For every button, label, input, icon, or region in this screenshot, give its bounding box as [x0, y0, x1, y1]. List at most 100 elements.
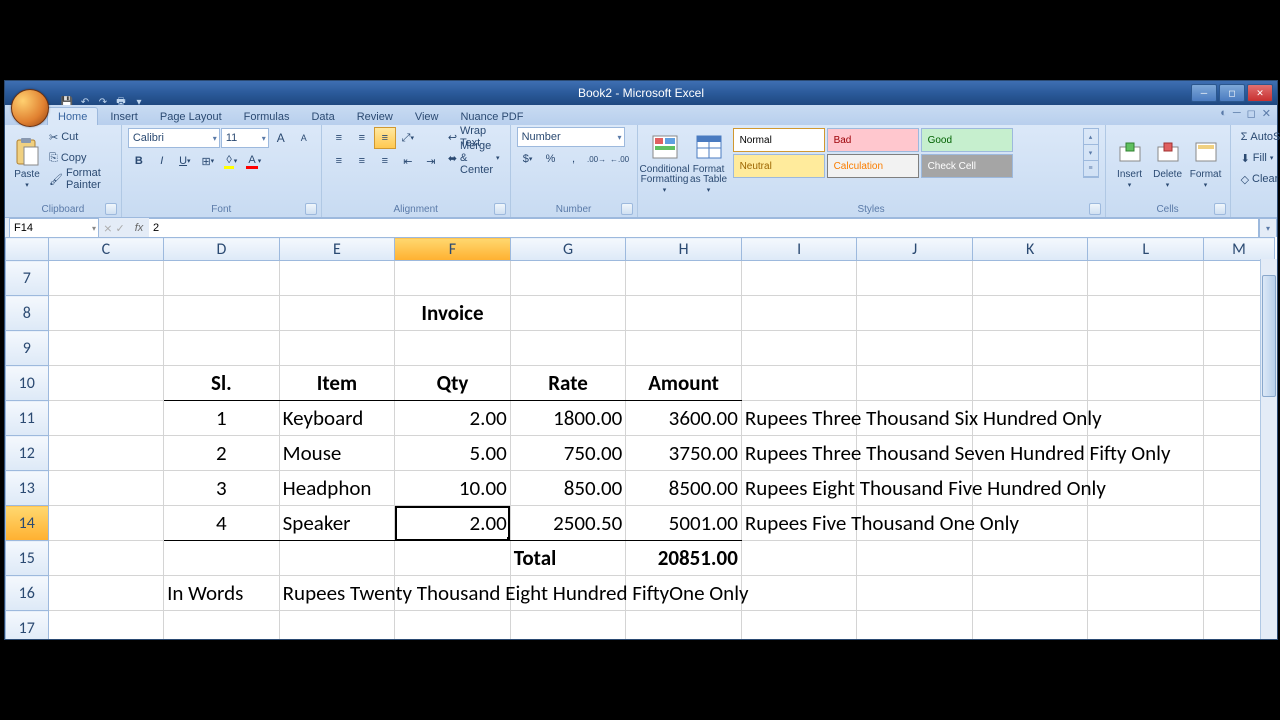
cell-D13[interactable]: 3 — [164, 471, 280, 506]
cell-J8[interactable] — [857, 296, 973, 331]
restore-workbook-icon[interactable]: ◻ — [1247, 107, 1256, 120]
column-header-L[interactable]: L — [1088, 238, 1204, 261]
style-neutral[interactable]: Neutral — [733, 154, 825, 178]
align-top-icon[interactable]: ≡ — [328, 127, 350, 149]
cell-G11[interactable]: 1800.00 — [510, 401, 626, 436]
cell-K8[interactable] — [972, 296, 1088, 331]
format-cells-button[interactable]: Format▾ — [1188, 127, 1224, 197]
column-header-C[interactable]: C — [48, 238, 164, 261]
cell-I16[interactable] — [741, 576, 857, 611]
cell-E16[interactable]: Rupees Twenty Thousand Eight Hundred Fif… — [279, 576, 395, 611]
cell-K7[interactable] — [972, 261, 1088, 296]
cell-D7[interactable] — [164, 261, 280, 296]
cell-L8[interactable] — [1088, 296, 1204, 331]
column-header-D[interactable]: D — [164, 238, 280, 261]
comma-format-icon[interactable]: , — [563, 148, 585, 170]
border-button[interactable]: ⊞▾ — [197, 150, 219, 172]
maximize-button[interactable]: ◻ — [1219, 84, 1245, 102]
cell-L7[interactable] — [1088, 261, 1204, 296]
worksheet-grid[interactable]: CDEFGHIJKLM78Invoice910Sl.ItemQtyRateAmo… — [5, 237, 1277, 639]
cell-J15[interactable] — [857, 541, 973, 576]
cell-C8[interactable] — [48, 296, 164, 331]
cell-G17[interactable] — [510, 611, 626, 640]
cell-C12[interactable] — [48, 436, 164, 471]
cell-G12[interactable]: 750.00 — [510, 436, 626, 471]
cell-I17[interactable] — [741, 611, 857, 640]
cell-C17[interactable] — [48, 611, 164, 640]
cell-G10[interactable]: Rate — [510, 366, 626, 401]
cell-F12[interactable]: 5.00 — [395, 436, 511, 471]
cell-H9[interactable] — [626, 331, 742, 366]
cell-G7[interactable] — [510, 261, 626, 296]
fill-button[interactable]: ⬇Fill▾ — [1237, 148, 1280, 168]
minimize-button[interactable]: ─ — [1191, 84, 1217, 102]
cell-G8[interactable] — [510, 296, 626, 331]
cell-H14[interactable]: 5001.00 — [626, 506, 742, 541]
accounting-format-icon[interactable]: $▾ — [517, 148, 539, 170]
cell-F14[interactable]: 2.00 — [395, 506, 511, 541]
cell-D11[interactable]: 1 — [164, 401, 280, 436]
close-workbook-icon[interactable]: ✕ — [1262, 107, 1271, 120]
paste-button[interactable]: Paste▾ — [11, 127, 43, 197]
cell-E15[interactable] — [279, 541, 395, 576]
format-painter-button[interactable]: 🖌Format Painter — [45, 169, 115, 189]
cell-G14[interactable]: 2500.50 — [510, 506, 626, 541]
cell-I14[interactable]: Rupees Five Thousand One Only — [741, 506, 857, 541]
column-header-J[interactable]: J — [857, 238, 973, 261]
cell-F10[interactable]: Qty — [395, 366, 511, 401]
cell-D9[interactable] — [164, 331, 280, 366]
row-header-16[interactable]: 16 — [6, 576, 49, 611]
cell-I10[interactable] — [741, 366, 857, 401]
align-middle-icon[interactable]: ≡ — [351, 127, 373, 149]
cell-I15[interactable] — [741, 541, 857, 576]
font-size-dropdown[interactable]: 11 — [221, 128, 269, 148]
cell-L10[interactable] — [1088, 366, 1204, 401]
style-calculation[interactable]: Calculation — [827, 154, 919, 178]
style-normal[interactable]: Normal — [733, 128, 825, 152]
cell-I13[interactable]: Rupees Eight Thousand Five Hundred Only — [741, 471, 857, 506]
cell-J9[interactable] — [857, 331, 973, 366]
cell-H7[interactable] — [626, 261, 742, 296]
cell-F15[interactable] — [395, 541, 511, 576]
cell-E13[interactable]: Headphon — [279, 471, 395, 506]
cell-J16[interactable] — [857, 576, 973, 611]
cell-H11[interactable]: 3600.00 — [626, 401, 742, 436]
cell-I12[interactable]: Rupees Three Thousand Seven Hundred Fift… — [741, 436, 857, 471]
cell-F11[interactable]: 2.00 — [395, 401, 511, 436]
close-button[interactable]: ✕ — [1247, 84, 1273, 102]
cell-D15[interactable] — [164, 541, 280, 576]
office-button[interactable] — [11, 89, 49, 127]
cell-L17[interactable] — [1088, 611, 1204, 640]
cell-C9[interactable] — [48, 331, 164, 366]
cell-L9[interactable] — [1088, 331, 1204, 366]
style-check-cell[interactable]: Check Cell — [921, 154, 1013, 178]
cell-C16[interactable] — [48, 576, 164, 611]
font-color-button[interactable]: A▾ — [243, 150, 265, 172]
increase-font-icon[interactable]: A — [270, 127, 292, 149]
insert-cells-button[interactable]: Insert▾ — [1112, 127, 1148, 197]
cell-F13[interactable]: 10.00 — [395, 471, 511, 506]
tab-home[interactable]: Home — [47, 107, 98, 125]
cell-K16[interactable] — [972, 576, 1088, 611]
row-header-17[interactable]: 17 — [6, 611, 49, 640]
select-all-corner[interactable] — [6, 238, 49, 261]
decrease-decimal-icon[interactable]: ←.00 — [609, 148, 631, 170]
name-box[interactable]: F14 — [9, 218, 99, 238]
column-header-M[interactable]: M — [1204, 238, 1275, 261]
tab-page-layout[interactable]: Page Layout — [150, 108, 232, 125]
autosum-button[interactable]: ΣAutoSum▾ — [1237, 127, 1280, 147]
cell-E17[interactable] — [279, 611, 395, 640]
increase-indent-icon[interactable]: ⇥ — [420, 150, 442, 172]
row-header-11[interactable]: 11 — [6, 401, 49, 436]
row-header-7[interactable]: 7 — [6, 261, 49, 296]
bold-button[interactable]: B — [128, 150, 150, 172]
cell-K15[interactable] — [972, 541, 1088, 576]
formula-input[interactable]: 2 — [149, 218, 1259, 238]
cell-L16[interactable] — [1088, 576, 1204, 611]
cell-I7[interactable] — [741, 261, 857, 296]
cell-C11[interactable] — [48, 401, 164, 436]
row-header-10[interactable]: 10 — [6, 366, 49, 401]
cell-F8[interactable]: Invoice — [395, 296, 511, 331]
format-as-table-button[interactable]: Format as Table▾ — [688, 127, 730, 197]
cell-D12[interactable]: 2 — [164, 436, 280, 471]
